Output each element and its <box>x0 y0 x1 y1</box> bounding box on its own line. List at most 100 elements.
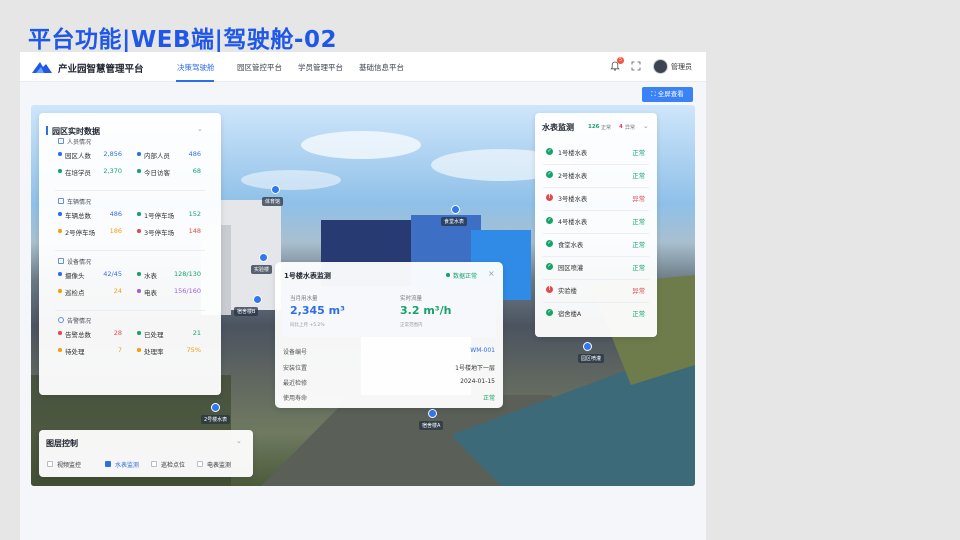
stat-label: 电表 <box>144 289 157 297</box>
tab-student-management[interactable]: 学员管理平台 <box>298 62 343 73</box>
section-title: 告警情况 <box>67 318 92 325</box>
legend-dot <box>137 169 141 173</box>
water-meter-status: 正常 <box>632 311 645 318</box>
map-pin-icon[interactable] <box>271 185 280 194</box>
chevron-down-icon[interactable]: ⌄ <box>643 122 649 130</box>
legend-dot <box>58 289 62 293</box>
metric1-value: 2,345 m³ <box>290 304 345 317</box>
stat-value: 7 <box>117 346 122 354</box>
map-pin-icon[interactable] <box>211 403 220 412</box>
map-label-gym[interactable]: 体育馆 <box>262 197 284 206</box>
water-meter-name: 3号楼水表 <box>558 196 588 203</box>
map-label-dorm-a[interactable]: 宿舍楼A <box>419 421 444 430</box>
map-label-dorm-b[interactable]: 宿舍楼B <box>234 307 259 316</box>
map-pin-icon[interactable] <box>583 342 592 351</box>
layer-checkbox[interactable] <box>151 461 157 467</box>
water-meter-item[interactable]: ✓ 2号楼水表 正常 <box>535 167 657 189</box>
water-meter-item[interactable]: ✓ 4号楼水表 正常 <box>535 213 657 235</box>
stat-label: 今日访客 <box>144 169 170 177</box>
water-meter-item[interactable]: ✓ 宿舍楼A 正常 <box>535 305 657 327</box>
map-label-irrigation[interactable]: 园区喷灌 <box>578 354 605 363</box>
stat-value: 42/45 <box>103 270 122 278</box>
device-icon <box>58 257 64 264</box>
metric2-sub: 正常范围内 <box>400 323 423 328</box>
check-icon: ✓ <box>546 148 553 155</box>
map-pin-icon[interactable] <box>428 409 437 418</box>
divider <box>55 190 205 191</box>
water-meter-item[interactable]: ✓ 园区喷灌 正常 <box>535 259 657 281</box>
stat-label: 摄像头 <box>65 272 85 280</box>
avatar[interactable] <box>653 59 668 74</box>
stat-label: 水表 <box>144 272 157 280</box>
water-meter-name: 食堂水表 <box>558 242 584 249</box>
check-icon: ✓ <box>546 217 553 224</box>
layer-label[interactable]: 水表监测 <box>115 460 139 469</box>
map-label-lab[interactable]: 实验楼 <box>251 265 273 274</box>
tab-basic-info[interactable]: 基础信息平台 <box>359 62 404 73</box>
fullscreen-view-button[interactable]: ⛶ 全屏查看 <box>642 87 693 102</box>
map-label-canteen-water[interactable]: 食堂水表 <box>441 217 468 226</box>
layer-checkbox[interactable] <box>197 461 203 467</box>
legend-dot <box>58 272 62 276</box>
stat-label: 2号停车场 <box>65 229 96 237</box>
meter-detail-popup: 1号楼水表监测 数据正常 × 当月用水量 2,345 m³ 同比上月 +5.2%… <box>275 262 503 408</box>
layer-panel-title: 图层控制 <box>46 439 78 448</box>
water-meter-item[interactable]: ! 3号楼水表 异常 <box>535 190 657 212</box>
legend-dot <box>137 272 141 276</box>
water-meter-name: 2号楼水表 <box>558 173 588 180</box>
check-icon: ✓ <box>546 171 553 178</box>
user-name[interactable]: 管理员 <box>671 62 692 72</box>
water-meter-item[interactable]: ✓ 1号楼水表 正常 <box>535 144 657 166</box>
stat-label: 在培学员 <box>65 169 91 177</box>
divider <box>543 187 649 188</box>
slide-title: 平台功能|WEB端|驾驶舱-02 <box>28 27 337 53</box>
divider <box>543 302 649 303</box>
legend-dot <box>137 289 141 293</box>
active-tab-indicator <box>176 80 214 82</box>
water-meter-item[interactable]: ! 实验楼 异常 <box>535 282 657 304</box>
layer-checkbox[interactable] <box>47 461 53 467</box>
layer-checkbox[interactable] <box>105 461 111 467</box>
water-meter-status: 异常 <box>632 196 645 203</box>
map-pin-icon[interactable] <box>259 253 268 262</box>
fullscreen-icon[interactable] <box>631 61 641 71</box>
water-panel-title: 水表监测 <box>542 123 574 132</box>
realtime-panel-title: 园区实时数据 <box>52 127 100 136</box>
legend-dot <box>58 331 62 335</box>
section-title: 设备情况 <box>67 259 92 266</box>
stat-label: 车辆总数 <box>65 212 91 220</box>
stat-label: 告警总数 <box>65 331 91 339</box>
map-pin-icon[interactable] <box>253 295 262 304</box>
abnormal-label: 异常 <box>625 125 636 131</box>
chevron-down-icon[interactable]: ⌄ <box>197 125 203 133</box>
park-3d-scene[interactable]: 体育馆 食堂水表 实验楼 宿舍楼B 2号楼水表 园区喷灌 宿舍楼A 园区实时数据… <box>31 105 695 486</box>
water-meter-name: 4号楼水表 <box>558 219 588 226</box>
map-label-building2-water[interactable]: 2号楼水表 <box>201 415 231 424</box>
stat-label: 1号停车场 <box>144 212 175 220</box>
metric1-sub: 同比上月 +5.2% <box>290 323 325 328</box>
row-key: 安装位置 <box>283 365 308 372</box>
legend-dot <box>58 169 62 173</box>
stat-value: 486 <box>109 210 122 218</box>
layer-label[interactable]: 电表监测 <box>207 460 231 469</box>
normal-count: 126 <box>588 124 600 130</box>
chevron-down-icon[interactable]: ⌄ <box>236 437 242 445</box>
tab-cockpit[interactable]: 决策驾驶舱 <box>177 62 215 73</box>
water-meter-name: 1号楼水表 <box>558 150 588 157</box>
stat-value: 186 <box>109 227 122 235</box>
close-icon[interactable]: × <box>488 269 495 278</box>
stat-value: 486 <box>188 150 201 158</box>
map-pin-icon[interactable] <box>451 205 460 214</box>
tab-park-control[interactable]: 园区管控平台 <box>237 62 282 73</box>
popup-title: 1号楼水表监测 <box>284 272 331 280</box>
water-meter-item[interactable]: ✓ 食堂水表 正常 <box>535 236 657 258</box>
stat-value: 156/160 <box>173 287 201 295</box>
row-key: 最近检修 <box>283 380 308 387</box>
layer-label[interactable]: 巡检点位 <box>161 460 185 469</box>
row-key: 设备编号 <box>283 349 308 356</box>
water-meter-name: 园区喷灌 <box>558 265 584 272</box>
stat-value: 68 <box>192 167 201 175</box>
section-title: 车辆情况 <box>67 199 92 206</box>
layer-label[interactable]: 视频监控 <box>57 460 81 469</box>
stat-value: 75% <box>186 346 201 354</box>
